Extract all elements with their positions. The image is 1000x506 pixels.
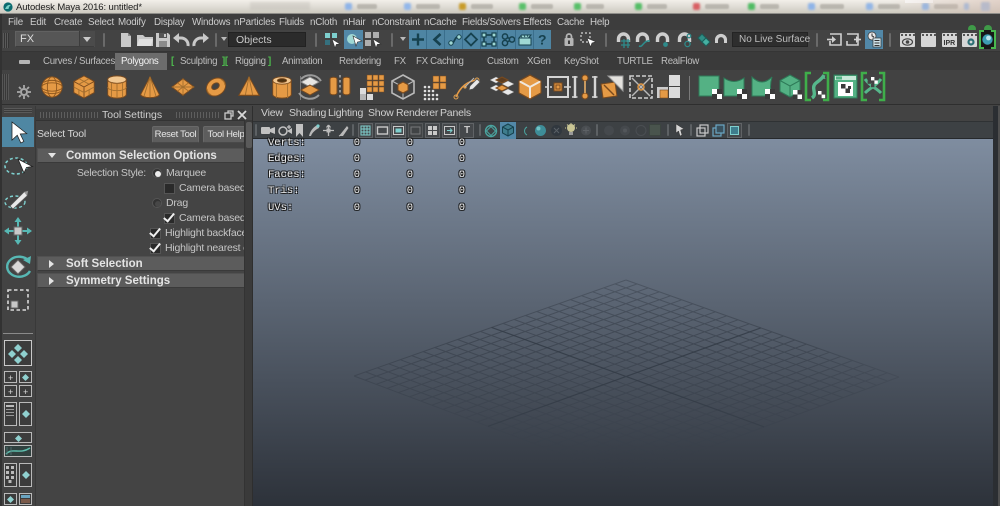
svg-text:IPR: IPR <box>944 40 956 47</box>
svg-text:?: ? <box>538 32 547 48</box>
